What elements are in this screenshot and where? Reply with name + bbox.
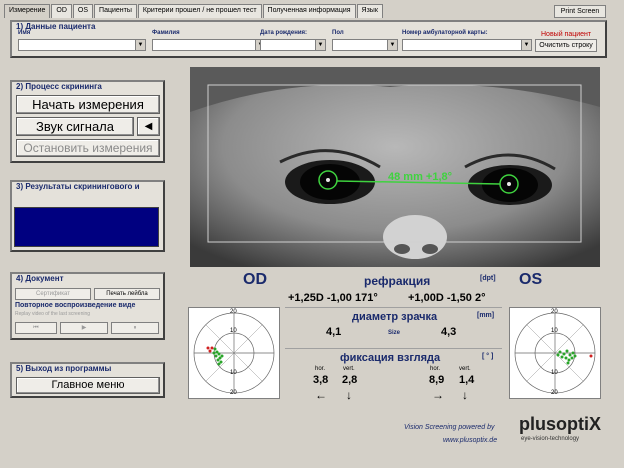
card-number-label: Номер амбулаторной карты: xyxy=(402,30,488,36)
pupil-title: диаметр зрачка xyxy=(352,311,438,323)
tab-received-info[interactable]: Полученная информация xyxy=(262,4,356,18)
od-vert-label: vert. xyxy=(343,366,355,372)
divider xyxy=(285,348,502,349)
eye-image xyxy=(190,67,600,267)
os-fixation-points xyxy=(556,349,593,365)
chevron-down-icon: ▼ xyxy=(521,40,531,50)
os-vert-label: vert. xyxy=(459,366,471,372)
pause-button[interactable]: ⏸ xyxy=(111,322,159,334)
os-label: OS xyxy=(519,271,543,288)
print-screen-button[interactable]: Print Screen xyxy=(554,5,606,18)
polar-tick: 20 xyxy=(230,309,237,315)
stop-measurement-button[interactable]: Остановить измерения xyxy=(16,139,160,157)
od-fixation-points xyxy=(206,346,224,366)
tab-patients[interactable]: Пациенты xyxy=(94,4,137,18)
polar-tick: 20 xyxy=(551,390,558,396)
polar-tick: 20 xyxy=(230,390,237,396)
pupil-distance-readout: 48 mm +1,8° xyxy=(388,171,453,183)
od-fixation-plot: 20 10 10 20 xyxy=(188,307,280,399)
first-name-field[interactable]: ▼ xyxy=(18,39,146,51)
tab-os[interactable]: OS xyxy=(72,4,94,18)
right-arrow-icon: → xyxy=(432,388,444,402)
od-vert-value: 2,8 xyxy=(342,374,358,386)
logo-tagline: eye-vision-technology xyxy=(521,436,580,442)
plusoptix-logo: plusoptiX xyxy=(519,414,601,434)
pupil-os-value: 4,3 xyxy=(441,326,457,338)
results-title: 3) Результаты скринингового и xyxy=(16,182,140,191)
os-fixation-plot: 20 10 10 20 xyxy=(509,307,601,399)
birth-date-label: Дата рождения: xyxy=(260,30,308,36)
pupil-unit: [mm] xyxy=(477,312,495,319)
polar-tick: 10 xyxy=(551,328,558,334)
exit-title: 5) Выход из программы xyxy=(16,364,112,373)
down-arrow-icon: ↓ xyxy=(346,388,352,402)
pupil-od-value: 4,1 xyxy=(326,326,342,338)
refraction-os-value: +1,00D -1,50 2° xyxy=(408,292,486,304)
camera-view: 48 mm +1,8° xyxy=(190,67,600,267)
od-hor-label: hor. xyxy=(315,366,326,372)
left-arrow-icon: ← xyxy=(315,388,327,402)
refraction-title: рефракция xyxy=(364,274,431,288)
od-hor-value: 3,8 xyxy=(313,374,329,386)
last-name-field[interactable]: ▼ xyxy=(152,39,266,51)
website-text: www.plusoptix.de xyxy=(443,437,498,444)
os-hor-label: hor. xyxy=(430,366,441,372)
sound-signal-button[interactable]: Звук сигнала xyxy=(16,117,134,136)
play-button[interactable]: ▶ xyxy=(60,322,108,334)
tab-bar: Измерение OD OS Пациенты Критерии прошел… xyxy=(4,4,384,18)
fixation-title: фиксация взгляда xyxy=(340,352,441,364)
pupil-size-label: Size xyxy=(388,330,401,336)
od-polar-graph xyxy=(193,312,275,394)
speaker-icon[interactable]: ◀ xyxy=(137,117,160,136)
main-menu-button[interactable]: Главное меню xyxy=(16,377,160,394)
sex-label: Пол xyxy=(332,30,344,36)
card-number-field[interactable]: ▼ xyxy=(402,39,532,51)
down-arrow-icon: ↓ xyxy=(462,388,468,402)
chevron-down-icon: ▼ xyxy=(387,40,397,50)
chevron-down-icon: ▼ xyxy=(315,40,325,50)
powered-by-text: Vision Screening powered by xyxy=(404,424,495,431)
replay-title: Повторное воспроизведение виде xyxy=(15,302,136,309)
document-title: 4) Документ xyxy=(16,274,64,283)
chevron-down-icon: ▼ xyxy=(135,40,145,50)
start-measurement-button[interactable]: Начать измерения xyxy=(16,95,160,114)
tab-language[interactable]: Язык xyxy=(356,4,383,18)
results-display xyxy=(14,207,159,247)
refraction-od-value: +1,25D -1,00 171° xyxy=(288,292,378,304)
print-label-button[interactable]: Печать лейбла xyxy=(94,288,160,300)
replay-subtitle: Replay video of the last screening xyxy=(15,311,91,317)
refraction-unit: [dpt] xyxy=(480,275,496,282)
polar-tick: 10 xyxy=(230,370,237,376)
divider xyxy=(285,307,502,308)
screening-title: 2) Процесс скрининга xyxy=(16,82,102,91)
os-vert-value: 1,4 xyxy=(459,374,475,386)
first-name-label: Имя xyxy=(18,30,31,36)
sex-field[interactable]: ▼ xyxy=(332,39,398,51)
tab-criteria[interactable]: Критерии прошел / не прошел тест xyxy=(137,4,262,18)
rewind-button[interactable]: ⏮ xyxy=(15,322,57,334)
tab-measurement[interactable]: Измерение xyxy=(4,4,51,18)
os-hor-value: 8,9 xyxy=(429,374,445,386)
polar-tick: 10 xyxy=(551,370,558,376)
new-patient-label: Новый пациент xyxy=(541,31,592,38)
polar-tick: 20 xyxy=(551,309,558,315)
tab-od[interactable]: OD xyxy=(51,4,72,18)
birth-date-field[interactable]: ▼ xyxy=(260,39,326,51)
fixation-unit: [ ° ] xyxy=(482,353,494,360)
patient-data-panel: 1) Данные пациента Имя ▼ Фамилия ▼ Дата … xyxy=(10,20,607,58)
polar-tick: 10 xyxy=(230,328,237,334)
os-polar-graph xyxy=(514,312,596,394)
certificate-button[interactable]: Сертификат xyxy=(15,288,91,300)
clear-row-button[interactable]: Очистить строку xyxy=(535,39,597,52)
od-label: OD xyxy=(243,271,267,288)
last-name-label: Фамилия xyxy=(152,30,180,36)
